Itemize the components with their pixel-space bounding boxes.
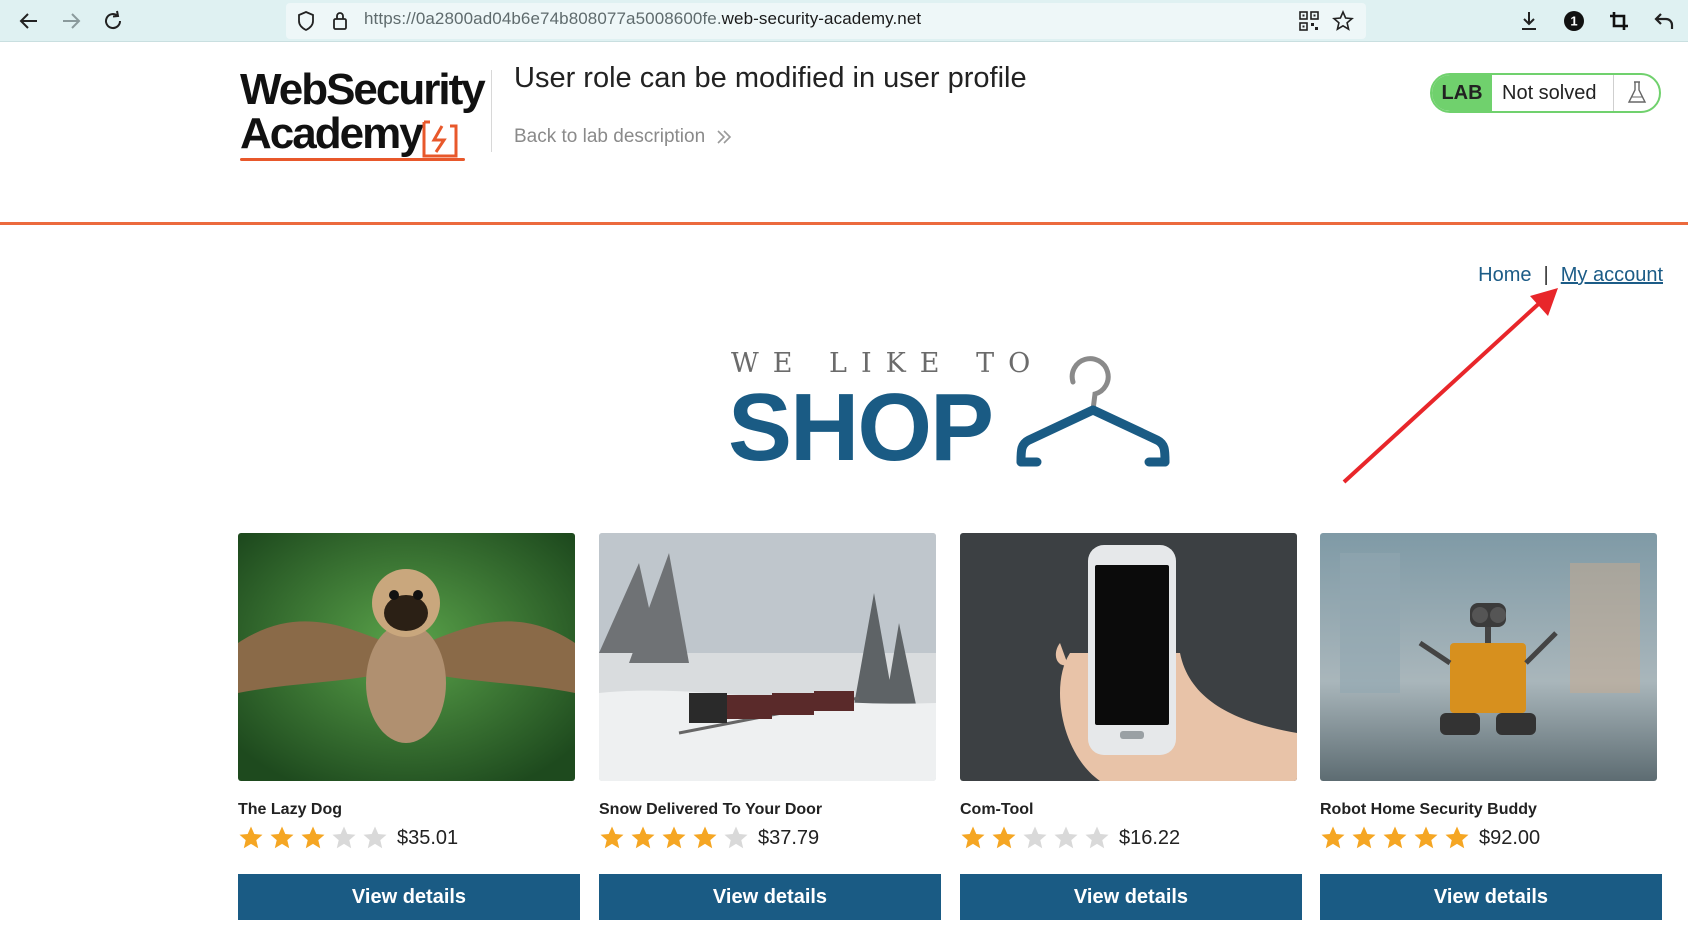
lab-title: User role can be modified in user profil… (514, 62, 1027, 94)
back-link-label: Back to lab description (514, 126, 706, 147)
extension-icon[interactable]: 1 (1560, 7, 1588, 35)
forward-arrow-icon[interactable] (56, 7, 86, 35)
view-details-button[interactable]: View details (1320, 874, 1662, 920)
star-filled-icon (600, 826, 624, 849)
lab-badge-label: LAB (1432, 75, 1492, 111)
star-filled-icon (1321, 826, 1345, 849)
product-card: Robot Home Security Buddy $92.00 View de… (1320, 533, 1662, 920)
star-empty-icon (1023, 826, 1047, 849)
star-empty-icon (332, 826, 356, 849)
product-image-com-tool[interactable] (960, 533, 1297, 781)
view-details-button[interactable]: View details (960, 874, 1302, 920)
logo-line-2: Academy (240, 109, 424, 158)
product-image-snow-train[interactable] (599, 533, 936, 781)
product-rating: $16.22 (960, 825, 1180, 851)
logo-underline (240, 158, 465, 161)
star-filled-icon (662, 826, 686, 849)
home-link[interactable]: Home (1478, 264, 1531, 286)
product-image-robot[interactable] (1320, 533, 1657, 781)
star-filled-icon (239, 826, 263, 849)
product-name: Com-Tool (960, 801, 1034, 818)
qr-code-icon[interactable] (1295, 7, 1323, 35)
hanger-icon (1016, 356, 1170, 467)
star-filled-icon (1445, 826, 1469, 849)
back-arrow-icon[interactable] (14, 7, 44, 35)
product-price: $37.79 (758, 826, 820, 849)
product-card: Snow Delivered To Your Door $37.79 View … (599, 533, 941, 920)
star-empty-icon (1085, 826, 1109, 849)
browser-toolbar: https://0a2800ad04b6e74b808077a5008600fe… (0, 0, 1688, 42)
crop-icon[interactable] (1605, 7, 1633, 35)
top-nav: Home | My account (1478, 264, 1663, 287)
lab-badge-status: Not solved (1492, 75, 1614, 111)
url-prefix: https://0a2800ad04b6e74b808077a5008600fe… (364, 9, 722, 28)
logo-line-1: WebSecurity (240, 65, 486, 114)
product-image-lazy-dog[interactable] (238, 533, 575, 781)
undo-icon[interactable] (1650, 7, 1678, 35)
product-price: $92.00 (1479, 826, 1541, 849)
reload-icon[interactable] (98, 7, 128, 35)
product-rating: $35.01 (238, 825, 458, 851)
view-details-button[interactable]: View details (238, 874, 580, 920)
product-name: Snow Delivered To Your Door (599, 801, 823, 818)
double-chevron-right-icon (717, 130, 732, 144)
product-price: $35.01 (397, 826, 459, 849)
product-card: Com-Tool $16.22 View details (960, 533, 1302, 920)
lab-status-badge: LAB Not solved (1430, 73, 1661, 113)
star-filled-icon (992, 826, 1016, 849)
product-name: The Lazy Dog (238, 801, 343, 818)
my-account-link[interactable]: My account (1561, 264, 1663, 286)
star-empty-icon (724, 826, 748, 849)
view-details-button[interactable]: View details (599, 874, 941, 920)
annotation-arrow (1342, 288, 1558, 484)
shield-icon[interactable] (292, 7, 320, 35)
header-divider (491, 70, 492, 152)
url-domain: web-security-academy.net (721, 9, 922, 28)
star-filled-icon (693, 826, 717, 849)
back-to-lab-link[interactable]: Back to lab description (514, 126, 733, 148)
star-filled-icon (1352, 826, 1376, 849)
product-name: Robot Home Security Buddy (1320, 801, 1537, 818)
product-card: The Lazy Dog $35.01 View details (238, 533, 580, 920)
product-rating: $37.79 (599, 825, 819, 851)
logo-bolt-icon (422, 120, 458, 158)
extension-badge: 1 (1570, 14, 1577, 29)
star-empty-icon (1054, 826, 1078, 849)
nav-separator: | (1543, 264, 1549, 286)
star-filled-icon (1414, 826, 1438, 849)
star-filled-icon (301, 826, 325, 849)
banner-title: SHOP (728, 374, 994, 481)
header-rule (0, 222, 1688, 225)
lock-icon[interactable] (326, 7, 354, 35)
star-filled-icon (270, 826, 294, 849)
web-security-academy-logo[interactable]: WebSecurity Academy (240, 68, 490, 164)
star-filled-icon (961, 826, 985, 849)
star-filled-icon (1383, 826, 1407, 849)
product-price: $16.22 (1119, 826, 1181, 849)
product-rating: $92.00 (1320, 825, 1540, 851)
url-text[interactable]: https://0a2800ad04b6e74b808077a5008600fe… (364, 9, 921, 29)
star-empty-icon (363, 826, 387, 849)
star-filled-icon (631, 826, 655, 849)
download-icon[interactable] (1515, 7, 1543, 35)
bookmark-star-icon[interactable] (1329, 7, 1357, 35)
flask-icon (1614, 75, 1659, 111)
